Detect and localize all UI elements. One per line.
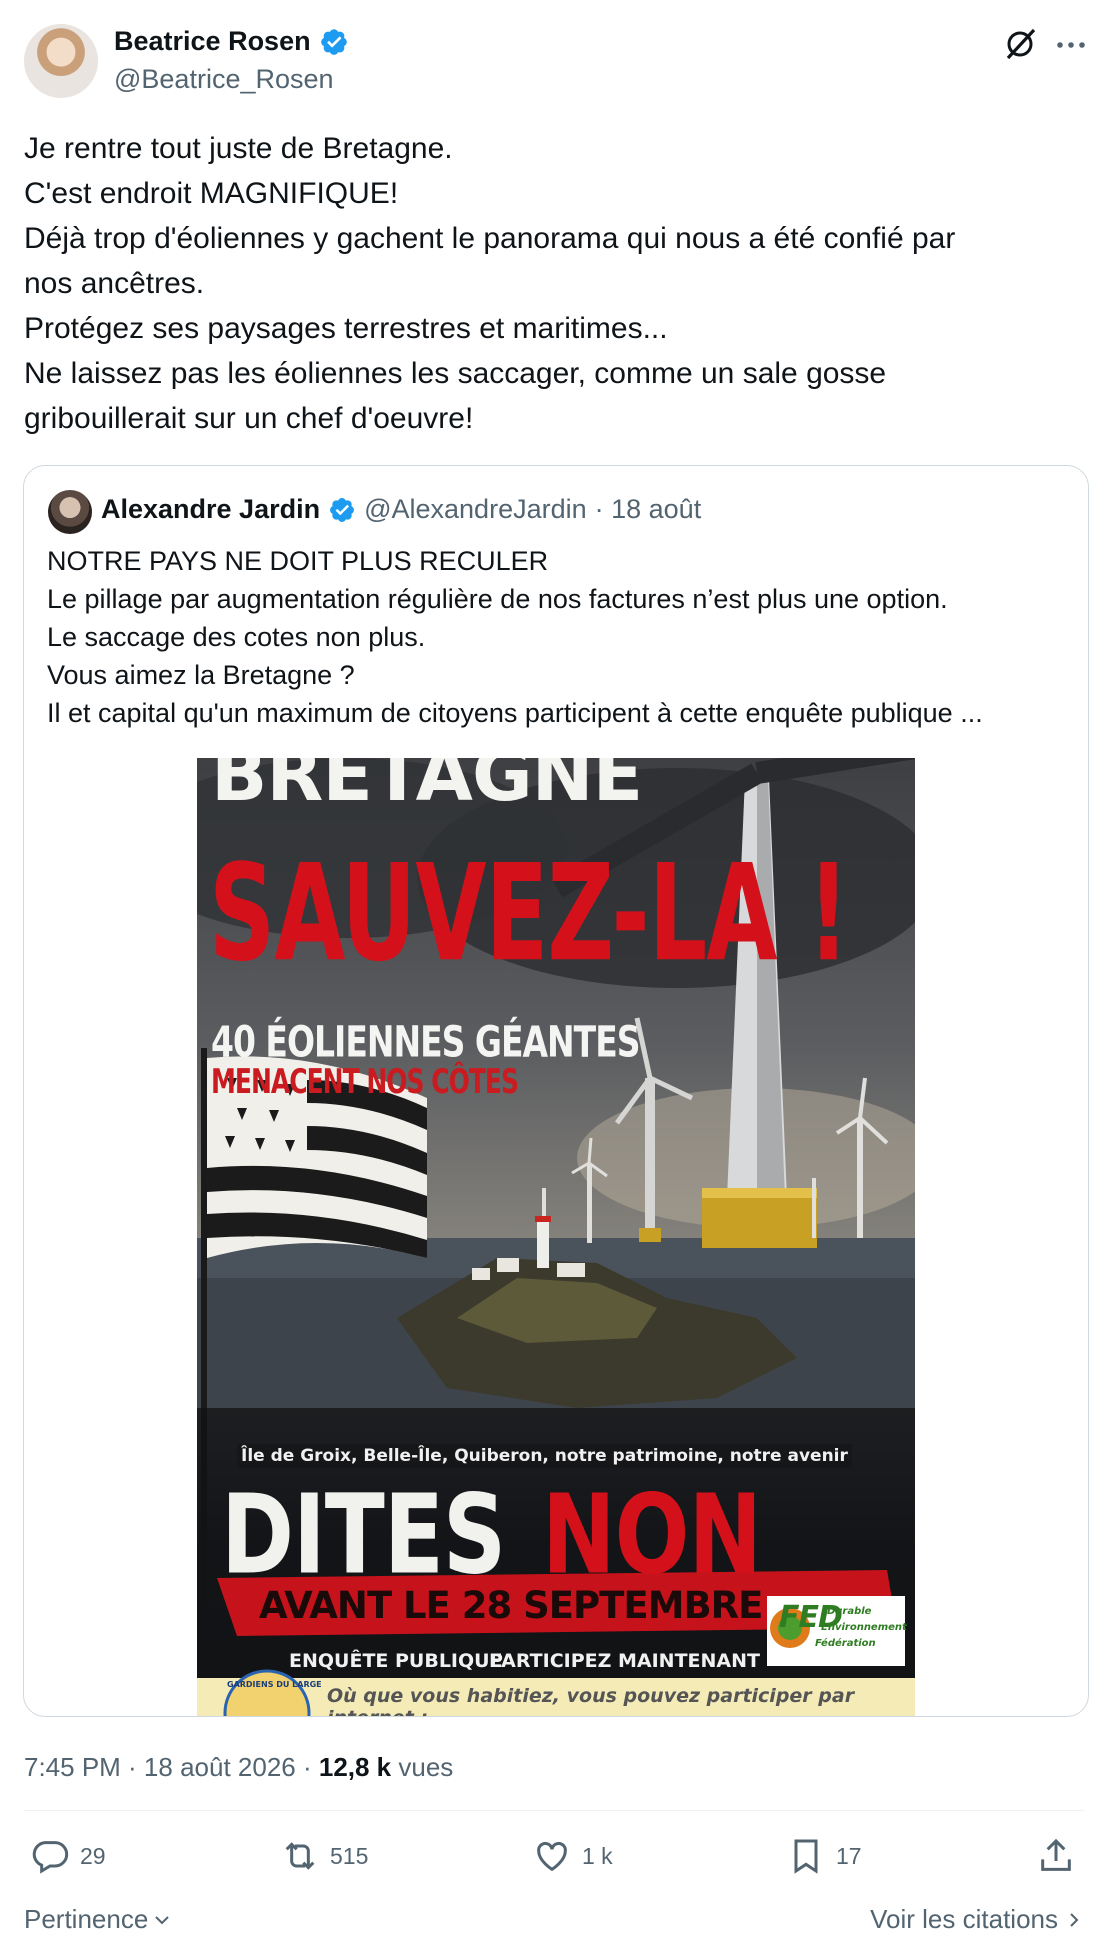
grok-icon[interactable]: [1000, 24, 1040, 64]
poster-enquete: ENQUÊTE PUBLIQUE: [289, 1650, 503, 1672]
chevron-down-icon: [155, 1915, 170, 1924]
quote-author-name[interactable]: Alexandre Jardin: [101, 494, 320, 525]
views-label: vues: [391, 1752, 454, 1782]
quote-text: NOTRE PAYS NE DOIT PLUS RECULER Le pilla…: [47, 542, 1067, 732]
quote-header: Alexandre Jardin @AlexandreJardin · 18 a…: [101, 494, 701, 525]
chevron-right-icon: [1070, 1912, 1079, 1927]
tweet-line: Protégez ses paysages terrestres et mari…: [24, 312, 668, 345]
poster-image[interactable]: BRETAGNE SAUVEZ-LA ! 40 ÉOLIENNES GÉANTE…: [197, 758, 915, 1716]
repost-count: 515: [330, 1842, 369, 1869]
poster-deadline: AVANT LE 28 SEPTEMBRE: [259, 1584, 763, 1627]
sort-label: Pertinence: [24, 1904, 149, 1934]
poster-logo-line2: Environnement: [821, 1622, 907, 1633]
repost-button[interactable]: 515: [280, 1836, 368, 1876]
verified-badge-icon: [330, 497, 355, 522]
poster-sub2: MENACENT NOS CÔTES: [211, 1062, 519, 1102]
tweet-line: Ne laissez pas les éoliennes les saccage…: [24, 357, 887, 390]
poster-logo-line3: Fédération: [815, 1638, 876, 1649]
tweet-line: gribouillerait sur un chef d'oeuvre!: [24, 402, 474, 435]
like-count: 1 k: [582, 1842, 613, 1869]
tweet-meta: 7:45 PM · 18 août 2026 · 12,8 k vues: [24, 1752, 453, 1783]
poster-non: NON: [542, 1470, 762, 1599]
reply-button[interactable]: 29: [30, 1836, 106, 1876]
poster-sub1: 40 ÉOLIENNES GÉANTES: [211, 1016, 640, 1067]
bookmark-count: 17: [836, 1842, 862, 1869]
quote-author-handle[interactable]: @AlexandreJardin: [364, 494, 587, 525]
more-icon[interactable]: [1052, 26, 1090, 64]
sort-dropdown[interactable]: Pertinence: [24, 1904, 172, 1935]
poster-places: Île de Groix, Belle-Île, Quiberon, notre…: [237, 1444, 852, 1468]
poster-top-word: BRETAGNE: [211, 758, 643, 818]
author-avatar[interactable]: [24, 24, 98, 98]
author-name-label: Beatrice Rosen: [114, 26, 311, 56]
views-count: 12,8 k: [318, 1752, 392, 1782]
quoted-tweet[interactable]: Alexandre Jardin @AlexandreJardin · 18 a…: [23, 465, 1089, 1717]
repost-icon: [285, 1842, 315, 1870]
share-icon: [1041, 1838, 1071, 1871]
share-button[interactable]: [1036, 1836, 1076, 1876]
author-handle[interactable]: @Beatrice_Rosen: [114, 64, 334, 95]
quote-line: Vous aimez la Bretagne ?: [47, 660, 355, 690]
poster-bottom-band: Où que vous habitiez, vous pouvez partic…: [327, 1685, 855, 1716]
like-button[interactable]: 1 k: [532, 1836, 613, 1876]
tweet-text: Je rentre tout juste de Bretagne. C'est …: [24, 126, 1084, 441]
bookmark-button[interactable]: 17: [786, 1836, 862, 1876]
quote-date[interactable]: · 18 août: [595, 494, 702, 525]
quote-line: Le saccage des cotes non plus.: [47, 622, 426, 652]
tweet-line: Déjà trop d'éoliennes y gachent le panor…: [24, 222, 956, 255]
poster-gardiens: GARDIENS DU LARGE: [227, 1680, 322, 1689]
author-name[interactable]: Beatrice Rosen: [114, 26, 349, 57]
quote-line: Il et capital qu'un maximum de citoyens …: [47, 698, 983, 728]
poster-dites: DITES: [221, 1470, 506, 1599]
quote-author-avatar[interactable]: [48, 490, 92, 534]
quote-line: NOTRE PAYS NE DOIT PLUS RECULER: [47, 546, 549, 576]
tweet-timestamp[interactable]: 7:45 PM · 18 août 2026 ·: [24, 1752, 319, 1782]
tweet-line: C'est endroit MAGNIFIQUE!: [24, 177, 399, 210]
poster-participez: PARTICIPEZ MAINTENANT: [489, 1650, 760, 1672]
tweet-line: Je rentre tout juste de Bretagne.: [24, 132, 453, 165]
bookmark-icon: [794, 1839, 818, 1874]
quotes-link-label: Voir les citations: [870, 1904, 1058, 1934]
quote-line: Le pillage par augmentation régulière de…: [47, 584, 948, 614]
reply-icon: [32, 1841, 69, 1874]
tweet-line: nos ancêtres.: [24, 267, 205, 300]
divider: [24, 1810, 1084, 1811]
quotes-link[interactable]: Voir les citations: [870, 1904, 1084, 1935]
verified-badge-icon: [320, 28, 347, 55]
heart-icon: [537, 1842, 567, 1872]
poster-logo-line1: Durable: [827, 1606, 872, 1617]
reply-count: 29: [80, 1842, 106, 1869]
poster-headline: SAUVEZ-LA !: [209, 836, 849, 992]
